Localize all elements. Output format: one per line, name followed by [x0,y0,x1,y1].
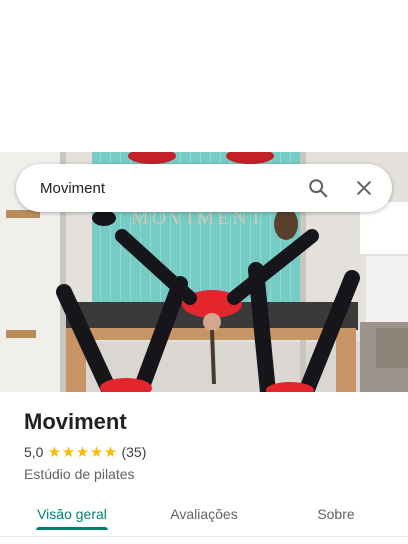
rating-value: 5,0 [24,444,44,460]
star-icon: ★ [61,443,76,461]
place-title: Moviment [24,409,127,434]
rating-row[interactable]: 5,0 ★ ★ ★ ★ ★ (35) [24,442,384,462]
star-icon: ★ [103,443,118,461]
search-bar [16,164,392,212]
search-button[interactable] [298,168,338,208]
star-icon: ★ [75,443,90,461]
tab-about[interactable]: Sobre [264,492,408,536]
review-count[interactable]: (35) [121,444,146,460]
search-icon [309,179,328,198]
place-tabs: Visão geral Avaliações Sobre [0,492,408,536]
rating-stars: ★ ★ ★ ★ ★ [47,445,117,460]
clear-search-button[interactable] [344,168,384,208]
close-icon [357,181,371,195]
tab-reviews[interactable]: Avaliações [144,492,264,536]
tab-overview[interactable]: Visão geral [0,492,144,536]
place-info: Moviment 5,0 ★ ★ ★ ★ ★ (35) Estúdio de p… [24,408,384,484]
star-icon: ★ [89,443,104,461]
search-input[interactable] [16,164,298,212]
tabs-divider [0,536,408,537]
place-category[interactable]: Estúdio de pilates [24,464,384,484]
star-icon: ★ [47,443,62,461]
